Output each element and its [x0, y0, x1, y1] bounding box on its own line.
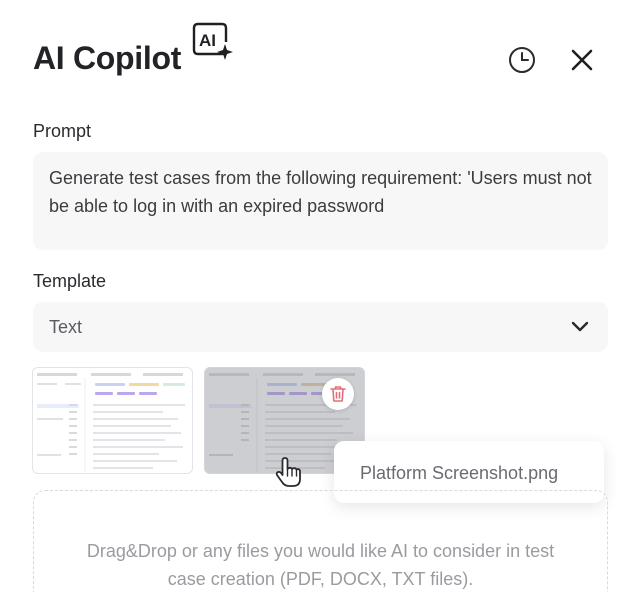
template-label: Template [33, 271, 107, 291]
prompt-label: Prompt [33, 121, 92, 141]
dropzone-instructions: Drag&Drop or any files you would like AI… [86, 541, 555, 589]
screenshot-preview-image [33, 368, 192, 473]
file-dropzone[interactable]: Drag&Drop or any files you would like AI… [33, 490, 608, 592]
close-button[interactable] [567, 45, 597, 75]
filename-tooltip-text: Platform Screenshot.png [360, 463, 559, 483]
prompt-input[interactable]: Generate test cases from the following r… [33, 152, 608, 250]
close-icon [571, 49, 593, 71]
ai-sparkle-icon: AI [192, 22, 234, 62]
hand-pointer-icon [272, 455, 304, 489]
panel-title: AI Copilot [33, 40, 182, 76]
attachment-thumbnail[interactable] [32, 367, 193, 474]
panel-header: AI Copilot AI [33, 22, 608, 82]
clock-icon [509, 47, 535, 73]
delete-attachment-button[interactable] [322, 378, 354, 410]
template-select[interactable]: Text [33, 302, 608, 352]
chevron-down-icon [571, 321, 589, 332]
ai-badge-text: AI [199, 31, 216, 50]
template-selected-value: Text [49, 317, 83, 337]
trash-icon [330, 386, 346, 402]
history-button[interactable] [507, 45, 537, 75]
